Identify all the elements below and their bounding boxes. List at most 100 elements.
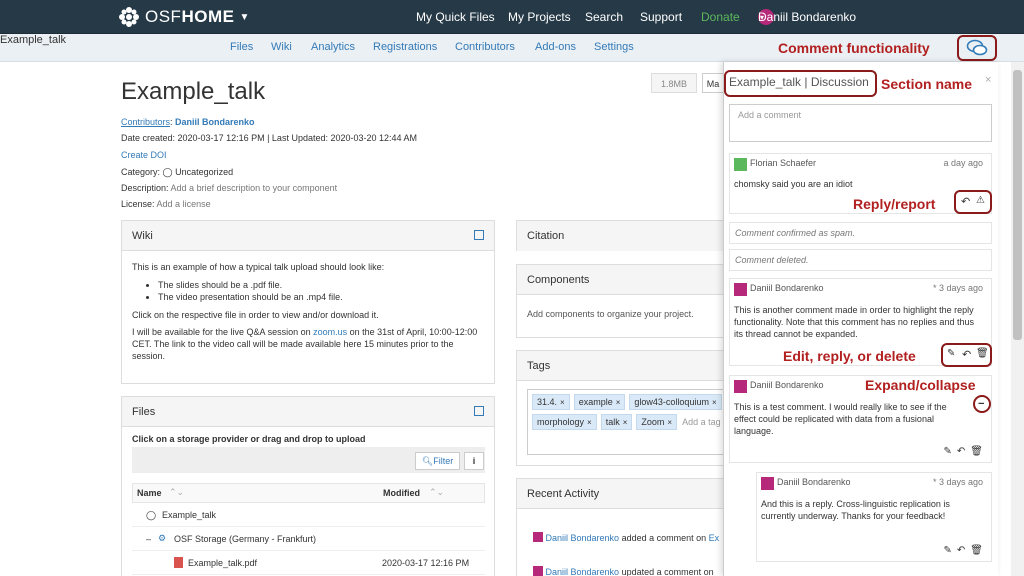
report-warning-icon[interactable]: ⚠ <box>976 195 985 206</box>
files-header-row: Name ⌃⌄ Modified ⌃⌄ <box>132 483 485 503</box>
description-placeholder[interactable]: Add a brief description to your componen… <box>171 183 338 193</box>
table-row[interactable]: ◯ Example_talk <box>132 503 485 527</box>
nav-my-quick-files[interactable]: My Quick Files <box>416 10 495 24</box>
comment-spam: Comment confirmed as spam. <box>729 222 992 244</box>
user-name: Daniil Bondarenko <box>758 10 857 24</box>
edit-pencil-icon[interactable]: ✎ <box>944 446 952 457</box>
reply-icon[interactable]: ↶ <box>957 545 965 556</box>
reply-icon[interactable]: ↶ <box>962 348 971 361</box>
activity-item: Daniil Bondarenko added a comment on Ex <box>533 531 719 543</box>
contributors-line: Contributors: Daniil Bondarenko <box>121 117 255 127</box>
comment-text: And this is a reply. Cross-linguistic re… <box>761 499 950 521</box>
comment-author[interactable]: Daniil Bondarenko <box>750 283 824 293</box>
wiki-bullet: The slides should be a .pdf file. <box>158 279 484 291</box>
tab-analytics[interactable]: Analytics <box>311 41 355 53</box>
filter-button[interactable]: 🔍︎Filter <box>415 452 460 470</box>
wiki-paragraph: I will be available for the live Q&A ses… <box>132 327 478 361</box>
caret-down-icon[interactable]: ▼ <box>239 12 249 23</box>
avatar <box>734 380 747 393</box>
tag-item[interactable]: 31.4. × <box>532 394 570 410</box>
tab-registrations[interactable]: Registrations <box>373 41 437 53</box>
avatar <box>533 532 543 542</box>
external-link-icon[interactable] <box>474 406 484 416</box>
table-row[interactable]: – ⚙ OSF Storage (Germany - Frankfurt) <box>132 527 485 551</box>
col-name[interactable]: Name <box>137 488 162 498</box>
comment-input[interactable]: Add a comment <box>729 104 992 142</box>
comment-text: chomsky said you are an idiot <box>734 179 853 189</box>
edit-pencil-icon[interactable]: ✎ <box>947 348 955 359</box>
table-row[interactable]: Example_talk.pdf 2020-03-17 12:16 PM <box>132 551 485 575</box>
tag-item[interactable]: Zoom × <box>636 414 678 430</box>
tags-title: Tags <box>517 351 735 381</box>
tag-item[interactable]: glow43-colloquium × <box>629 394 722 410</box>
info-button[interactable]: i <box>464 452 484 470</box>
tab-files[interactable]: Files <box>230 41 253 53</box>
files-title: Files <box>122 397 494 427</box>
delete-trash-icon[interactable]: 🗑︎ <box>970 446 983 457</box>
comment-author[interactable]: Florian Schaefer <box>750 158 816 168</box>
nav-search[interactable]: Search <box>585 10 623 24</box>
scrollbar-thumb[interactable] <box>1013 70 1022 340</box>
close-icon[interactable]: × <box>985 74 991 86</box>
comments-icon[interactable] <box>966 39 988 57</box>
license-placeholder[interactable]: Add a license <box>157 199 211 209</box>
tab-settings[interactable]: Settings <box>594 41 634 53</box>
caret-down-icon: ▾ <box>760 12 765 22</box>
osf-logo[interactable]: OSFHOME ▼ <box>118 6 249 28</box>
comment-text: This is another comment made in order to… <box>734 305 974 339</box>
zoom-link[interactable]: zoom.us <box>313 327 347 337</box>
tab-contributors[interactable]: Contributors <box>455 41 515 53</box>
comment-deleted: Comment deleted. <box>729 249 992 271</box>
delete-trash-icon[interactable]: 🗑︎ <box>970 545 983 556</box>
add-tag-placeholder[interactable]: Add a tag <box>682 417 721 427</box>
tag-item[interactable]: talk × <box>600 414 633 430</box>
wiki-title: Wiki <box>122 221 494 251</box>
remove-icon: × <box>622 418 628 427</box>
col-modified[interactable]: Modified <box>383 488 420 498</box>
category-line: Category: ◯ Uncategorized <box>121 167 234 177</box>
files-panel: Files Click on a storage provider or dra… <box>121 396 495 576</box>
components-empty: Add components to organize your project. <box>527 309 694 319</box>
tag-item[interactable]: morphology × <box>532 414 597 430</box>
delete-trash-icon[interactable]: 🗑︎ <box>976 348 989 359</box>
wiki-paragraph: Click on the respective file in order to… <box>132 310 379 320</box>
section-name-highlight <box>724 70 877 97</box>
annotation-expand-collapse: Expand/collapse <box>865 377 976 393</box>
contributor-link[interactable]: Daniil Bondarenko <box>175 117 255 127</box>
reply-report-highlight <box>954 190 992 214</box>
nav-donate[interactable]: Donate <box>701 10 740 24</box>
contributors-label[interactable]: Contributors <box>121 117 170 127</box>
tab-add-ons[interactable]: Add-ons <box>535 41 576 53</box>
comment-text: This is a test comment. I would really l… <box>734 402 947 436</box>
edit-pencil-icon[interactable]: ✎ <box>944 545 952 556</box>
tag-item[interactable]: example × <box>573 394 626 410</box>
comment-author[interactable]: Daniil Bondarenko <box>750 380 824 390</box>
external-link-icon[interactable] <box>474 230 484 240</box>
avatar <box>734 283 747 296</box>
dates-line: Date created: 2020-03-17 12:16 PM | Last… <box>121 133 418 143</box>
pdf-icon <box>174 557 183 568</box>
reply-icon[interactable]: ↶ <box>961 195 970 208</box>
tab-wiki[interactable]: Wiki <box>271 41 292 53</box>
reply-icon[interactable]: ↶ <box>957 446 965 457</box>
create-doi-link[interactable]: Create DOI <box>121 150 167 160</box>
comment-author[interactable]: Daniil Bondarenko <box>777 477 851 487</box>
partial-button[interactable]: Ma <box>702 73 724 93</box>
nav-my-projects[interactable]: My Projects <box>508 10 571 24</box>
nav-support[interactable]: Support <box>640 10 682 24</box>
remove-icon: × <box>587 418 592 427</box>
project-tab[interactable]: Example_talk <box>0 34 67 62</box>
annotation-section-name: Section name <box>881 76 973 92</box>
remove-icon: × <box>560 398 565 407</box>
citation-panel[interactable]: Citation <box>516 220 736 251</box>
sort-icon[interactable]: ⌃⌄ <box>429 487 444 498</box>
sort-icon[interactable]: ⌃⌄ <box>169 487 184 498</box>
storage-gear-icon: ⚙ <box>158 533 167 543</box>
tags-input[interactable]: 31.4. × example × glow43-colloquium × morphol… <box>527 389 732 455</box>
citation-title: Citation <box>517 221 735 251</box>
wiki-panel: Wiki This is an example of how a typical… <box>121 220 495 384</box>
reply-item: Daniil Bondarenko * 3 days ago And this … <box>756 472 992 562</box>
comment-time: a day ago <box>943 158 983 168</box>
description-line: Description: Add a brief description to … <box>121 183 338 193</box>
collapse-minus-icon[interactable]: − <box>978 398 984 410</box>
